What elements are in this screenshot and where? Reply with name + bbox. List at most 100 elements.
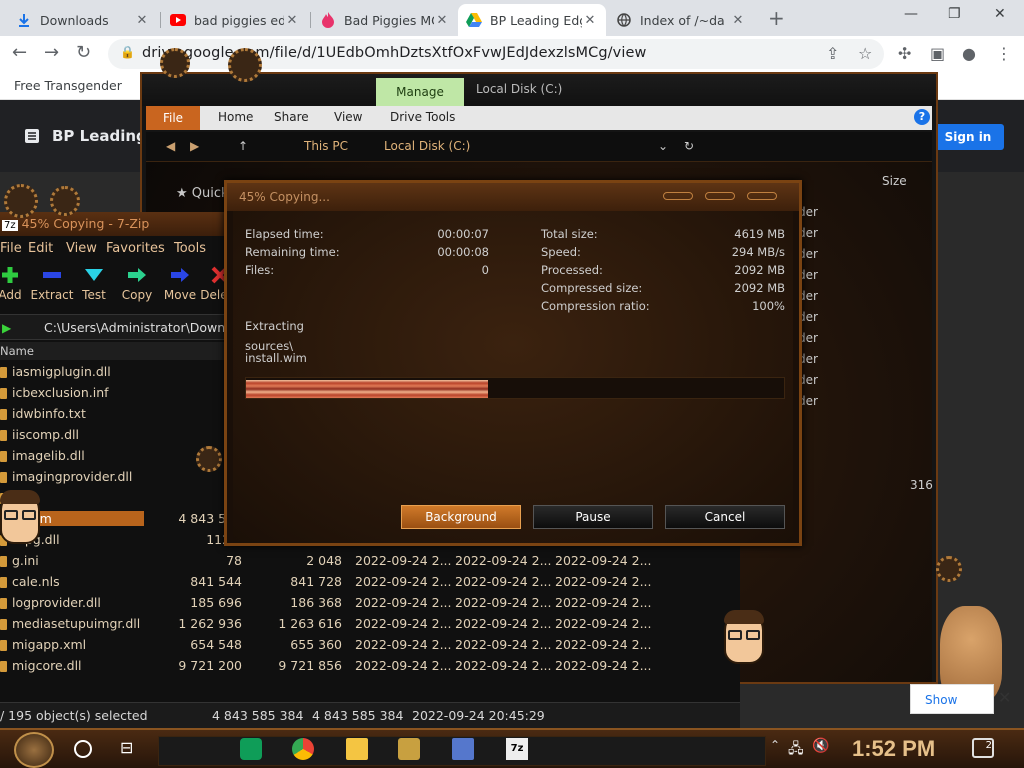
- tab-separator: [310, 12, 311, 28]
- table-row[interactable]: mediasetupuimgr.dll 1 262 936 1 263 616 202…: [0, 614, 740, 635]
- table-row[interactable]: g.ini 78 2 048 2022-09-24 2... 2022-09-24 2.…: [0, 551, 740, 572]
- copy-button[interactable]: Copy: [113, 266, 161, 302]
- menu-icon[interactable]: ⋮: [996, 44, 1012, 63]
- close-tab-icon[interactable]: ✕: [284, 13, 300, 28]
- close-tab-icon[interactable]: ✕: [582, 13, 598, 28]
- menu-edit[interactable]: Edit: [28, 241, 53, 256]
- table-row[interactable]: logprovider.dll 185 696 186 368 2022-09-24 …: [0, 593, 740, 614]
- url-text: drive.google.com/file/d/1UEdbOmhDztsXtfO…: [142, 45, 647, 61]
- menu-tools[interactable]: Tools: [174, 241, 206, 256]
- tab-drive-tools[interactable]: Drive Tools: [390, 110, 455, 124]
- table-row[interactable]: migcore.dll 9 721 200 9 721 856 2022-09-24 …: [0, 656, 740, 677]
- app-icon[interactable]: [398, 738, 420, 760]
- dialog-body: Elapsed time: 00:00:07 Remaining time: 0…: [233, 211, 793, 543]
- tab-file[interactable]: File: [146, 106, 200, 130]
- selection-date: 2022-09-24 20:45:29: [412, 708, 545, 723]
- seven-zip-taskbar-icon[interactable]: 7z: [506, 738, 528, 760]
- start-button[interactable]: [14, 732, 54, 768]
- close-tab-icon[interactable]: ✕: [434, 13, 450, 28]
- menu-file[interactable]: File: [0, 241, 22, 256]
- extract-button[interactable]: Extract: [28, 266, 76, 302]
- tab-bp-leading-edge[interactable]: BP Leading Edg ✕: [458, 4, 606, 36]
- tab-bad-piggies-mod[interactable]: Bad Piggies MO ✕: [312, 4, 458, 36]
- menu-favorites[interactable]: Favorites: [106, 241, 165, 256]
- sign-in-button[interactable]: Sign in: [932, 124, 1004, 150]
- bookmark-star-icon[interactable]: ☆: [858, 44, 872, 63]
- volume-muted-icon[interactable]: 🔇: [812, 738, 834, 760]
- tab-share[interactable]: Share: [274, 110, 309, 124]
- tab-downloads[interactable]: Downloads ✕: [8, 4, 158, 36]
- file-name: imagingprovider.dll: [12, 469, 133, 484]
- close-icon[interactable]: ✕: [998, 688, 1011, 707]
- created-date: 2022-09-24 2...: [455, 658, 552, 673]
- sheets-icon[interactable]: [240, 738, 262, 760]
- bookmark-link[interactable]: Free Transgender: [14, 78, 122, 93]
- help-icon[interactable]: ?: [914, 109, 930, 125]
- side-panel-icon[interactable]: ▣: [930, 44, 945, 63]
- network-icon[interactable]: 🖧: [788, 738, 810, 760]
- quick-access[interactable]: ★ Quick: [176, 186, 229, 201]
- close-tab-icon[interactable]: ✕: [134, 13, 150, 28]
- modified-date: 2022-09-24 2...: [355, 616, 452, 631]
- go-up-icon[interactable]: ▶: [2, 321, 11, 335]
- breadcrumb-this-pc[interactable]: This PC: [304, 139, 348, 153]
- control-panel-icon[interactable]: [452, 738, 474, 760]
- close-window-icon[interactable]: ✕: [994, 6, 1006, 22]
- menu-view[interactable]: View: [66, 241, 97, 256]
- extensions-icon[interactable]: ✣: [898, 44, 911, 63]
- close-tab-icon[interactable]: ✕: [730, 13, 746, 28]
- forward-icon[interactable]: →: [44, 42, 59, 63]
- compression-ratio-value: 100%: [752, 299, 785, 313]
- profile-icon[interactable]: ●: [962, 44, 976, 63]
- up-arrow-icon[interactable]: ↑: [238, 139, 248, 153]
- tab-title: BP Leading Edg: [490, 12, 582, 28]
- clock[interactable]: 1:52 PM: [852, 736, 935, 762]
- search-icon[interactable]: [74, 740, 92, 758]
- maximize-dialog-icon[interactable]: [705, 192, 735, 200]
- accessed-date: 2022-09-24 2...: [555, 595, 652, 610]
- back-icon[interactable]: ←: [12, 42, 27, 63]
- processed-label: Processed:: [541, 263, 603, 277]
- show-all-button[interactable]: Show: [910, 684, 994, 714]
- file-size: 1 262 936: [178, 616, 242, 631]
- tab-manage[interactable]: Manage: [376, 78, 464, 106]
- column-size[interactable]: Size: [882, 174, 907, 188]
- restore-icon[interactable]: ❐: [948, 6, 961, 22]
- column-name[interactable]: Name: [0, 344, 34, 358]
- lock-icon[interactable]: 🔒: [120, 45, 135, 59]
- tab-bad-piggies-youtube[interactable]: bad piggies edg ✕: [162, 4, 308, 36]
- address-bar[interactable]: 🔒 drive.google.com/file/d/1UEdbOmhDztsXt…: [108, 39, 884, 69]
- path-text: C:\Users\Administrator\Downlo: [44, 320, 237, 335]
- folder-icon[interactable]: [346, 738, 368, 760]
- remaining-value: 00:00:08: [437, 245, 489, 259]
- refresh-icon[interactable]: ↻: [684, 139, 694, 153]
- file-size: 841 544: [190, 574, 242, 589]
- minimize-icon[interactable]: —: [904, 6, 918, 22]
- background-button[interactable]: Background: [401, 505, 521, 529]
- cancel-button[interactable]: Cancel: [665, 505, 785, 529]
- test-button[interactable]: Test: [70, 266, 118, 302]
- forward-arrow-icon[interactable]: ▶: [190, 139, 199, 153]
- tab-view[interactable]: View: [334, 110, 362, 124]
- chevron-down-icon[interactable]: ⌄: [658, 139, 668, 153]
- minimize-dialog-icon[interactable]: [663, 192, 693, 200]
- breadcrumb-local-disk[interactable]: Local Disk (C:): [384, 139, 470, 153]
- reload-icon[interactable]: ↻: [76, 42, 91, 63]
- chrome-icon[interactable]: [292, 738, 314, 760]
- new-tab-button[interactable]: +: [768, 6, 785, 30]
- table-row[interactable]: cale.nls 841 544 841 728 2022-09-24 2... 202…: [0, 572, 740, 593]
- explorer-address-bar[interactable]: ◀ ▶ ↑ This PC Local Disk (C:) ⌄ ↻: [146, 132, 932, 162]
- task-view-icon[interactable]: ⊟: [120, 738, 142, 760]
- notification-icon[interactable]: 2: [972, 738, 994, 758]
- share-icon[interactable]: ⇪: [826, 44, 839, 63]
- close-dialog-icon[interactable]: [747, 192, 777, 200]
- tab-title: Downloads: [40, 12, 109, 28]
- file-name: imagelib.dll: [12, 448, 85, 463]
- table-row[interactable]: migapp.xml 654 548 655 360 2022-09-24 2... 2…: [0, 635, 740, 656]
- tab-index-of[interactable]: Index of /~da ✕: [608, 4, 754, 36]
- file-icon: [0, 619, 7, 630]
- pause-button[interactable]: Pause: [533, 505, 653, 529]
- tab-home[interactable]: Home: [218, 110, 253, 124]
- back-arrow-icon[interactable]: ◀: [166, 139, 175, 153]
- globe-icon: [616, 12, 632, 28]
